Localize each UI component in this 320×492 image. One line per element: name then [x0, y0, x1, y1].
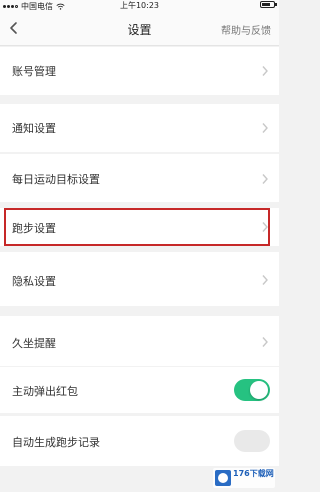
watermark-text: 176下载网	[233, 469, 274, 478]
auto-red-packet-toggle[interactable]	[234, 379, 270, 401]
settings-item-auto-run-record: 自动生成跑步记录	[0, 416, 279, 466]
toggle-knob	[250, 381, 268, 399]
auto-run-record-toggle[interactable]	[234, 430, 270, 452]
settings-item-sedentary[interactable]: 久坐提醒	[0, 316, 279, 366]
help-feedback-link[interactable]: 帮助与反馈	[221, 22, 271, 37]
site-watermark: 176下载网	[213, 468, 275, 488]
settings-item-label: 主动弹出红包	[12, 385, 78, 398]
settings-item-notifications[interactable]: 通知设置	[0, 104, 279, 152]
settings-item-privacy[interactable]: 隐私设置	[0, 252, 279, 306]
settings-item-label: 隐私设置	[12, 275, 56, 288]
chevron-right-icon	[262, 275, 268, 285]
watermark-logo-icon	[215, 470, 231, 486]
nav-bar: 设置 帮助与反馈	[0, 12, 279, 46]
settings-item-label: 自动生成跑步记录	[12, 436, 100, 449]
chevron-right-icon	[262, 123, 268, 133]
settings-item-label: 每日运动目标设置	[12, 173, 100, 186]
settings-item-daily-goal[interactable]: 每日运动目标设置	[0, 154, 279, 202]
chevron-right-icon	[262, 174, 268, 184]
battery-icon	[260, 1, 277, 8]
highlight-box	[4, 208, 270, 246]
settings-item-auto-red-packet: 主动弹出红包	[0, 367, 279, 413]
settings-item-account[interactable]: 账号管理	[0, 47, 279, 95]
status-bar: 中国电信 上午10:23	[0, 0, 279, 12]
settings-item-label: 久坐提醒	[12, 337, 56, 350]
chevron-right-icon	[262, 66, 268, 76]
settings-item-label: 账号管理	[12, 65, 56, 78]
settings-item-label: 通知设置	[12, 122, 56, 135]
chevron-right-icon	[262, 337, 268, 347]
clock: 上午10:23	[119, 1, 160, 10]
